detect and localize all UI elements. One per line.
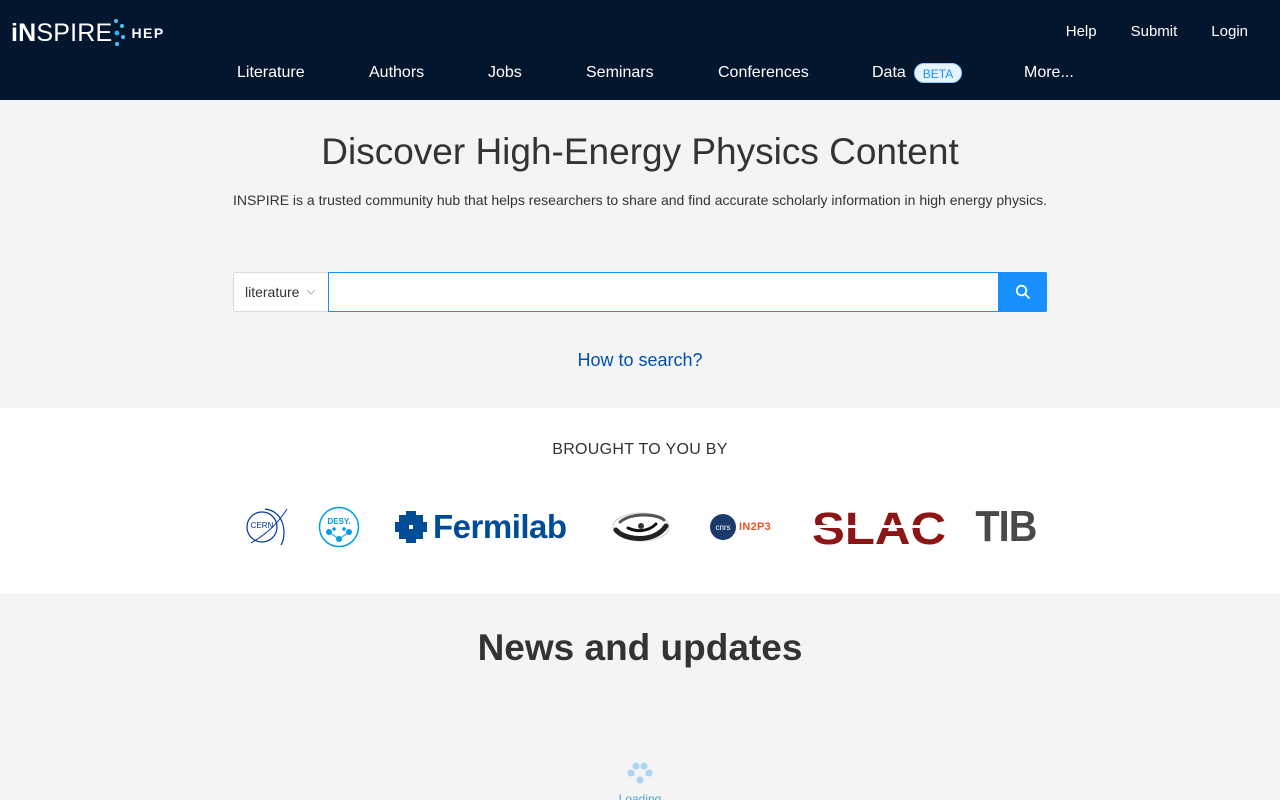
sponsors-title: BROUGHT TO YOU BY — [552, 441, 728, 458]
search-scope-select[interactable]: literature — [233, 272, 328, 312]
sponsors-section: BROUGHT TO YOU BY CERN DESY. Fermilab cn… — [0, 408, 1280, 594]
nav-seminars[interactable]: Seminars — [586, 62, 654, 84]
nav-data-label: Data — [872, 64, 906, 81]
hero-section: Discover High-Energy Physics Content INS… — [0, 100, 1280, 408]
desy-logo-text: DESY. — [327, 517, 350, 526]
cnrs-logo-text: cnrs — [715, 523, 730, 532]
cnrs-logo-mark: cnrs — [710, 514, 736, 540]
logo-text-rest: SPIRE — [36, 19, 113, 47]
nav-jobs[interactable]: Jobs — [488, 62, 522, 84]
submit-link[interactable]: Submit — [1131, 22, 1178, 42]
logo-subtitle: HEP — [131, 25, 165, 41]
cern-logo-mark: CERN — [246, 508, 288, 546]
site-header: iNSPIRE HEP Help Submit Login Literature… — [0, 0, 1280, 100]
news-section: News and updates Loading — [0, 594, 1280, 800]
beta-badge: BETA — [913, 63, 963, 83]
logo-dots-icon — [114, 19, 126, 46]
nav-literature[interactable]: Literature — [237, 62, 305, 84]
inspire-logo[interactable]: iNSPIRE HEP — [11, 16, 165, 50]
slac-logo[interactable]: SLAC — [810, 506, 948, 548]
nav-conferences[interactable]: Conferences — [718, 62, 809, 84]
cnrs-in2p3-logo[interactable]: cnrs IN2P3 — [709, 512, 777, 542]
logo-text-bold: iN — [11, 19, 37, 47]
hero-subtitle: INSPIRE is a trusted community hub that … — [233, 192, 1047, 208]
search-icon — [1015, 284, 1030, 299]
main-nav: Literature Authors Jobs Seminars Confere… — [0, 62, 1280, 86]
ihep-logo[interactable] — [610, 506, 672, 548]
slac-logo-mark: SLAC — [810, 506, 948, 548]
ihep-swirl-icon — [612, 512, 670, 542]
cern-logo[interactable]: CERN — [245, 505, 289, 549]
nav-authors[interactable]: Authors — [369, 62, 424, 84]
news-title: News and updates — [477, 627, 803, 668]
login-link[interactable]: Login — [1211, 22, 1248, 42]
search-bar: literature — [233, 272, 1047, 312]
desy-logo-mark: DESY. — [318, 506, 360, 548]
nav-data[interactable]: Data BETA — [872, 62, 963, 84]
top-links: Help Submit Login — [1032, 22, 1248, 42]
desy-logo[interactable]: DESY. — [318, 506, 360, 548]
how-to-search-link[interactable]: How to search? — [0, 349, 1280, 371]
in2p3-logo-text: IN2P3 — [739, 521, 772, 533]
help-link[interactable]: Help — [1066, 22, 1097, 42]
search-button[interactable] — [999, 272, 1047, 312]
loading-text: Loading — [618, 792, 662, 800]
loading-indicator: Loading — [608, 754, 672, 800]
fermilab-logo-mark — [395, 511, 427, 543]
fermilab-logo-text: Fermilab — [433, 508, 567, 545]
chevron-down-icon — [307, 289, 316, 295]
nav-more[interactable]: More... — [1024, 62, 1074, 84]
search-scope-value: literature — [245, 284, 300, 300]
tib-logo[interactable]: TIB — [975, 502, 1037, 551]
loading-dots-icon — [627, 762, 653, 784]
fermilab-logo[interactable]: Fermilab — [395, 508, 577, 546]
hero-title: Discover High-Energy Physics Content — [321, 131, 959, 172]
search-input[interactable] — [328, 272, 999, 312]
tib-logo-text: TIB — [975, 502, 1037, 551]
cern-logo-text: CERN — [251, 521, 274, 530]
